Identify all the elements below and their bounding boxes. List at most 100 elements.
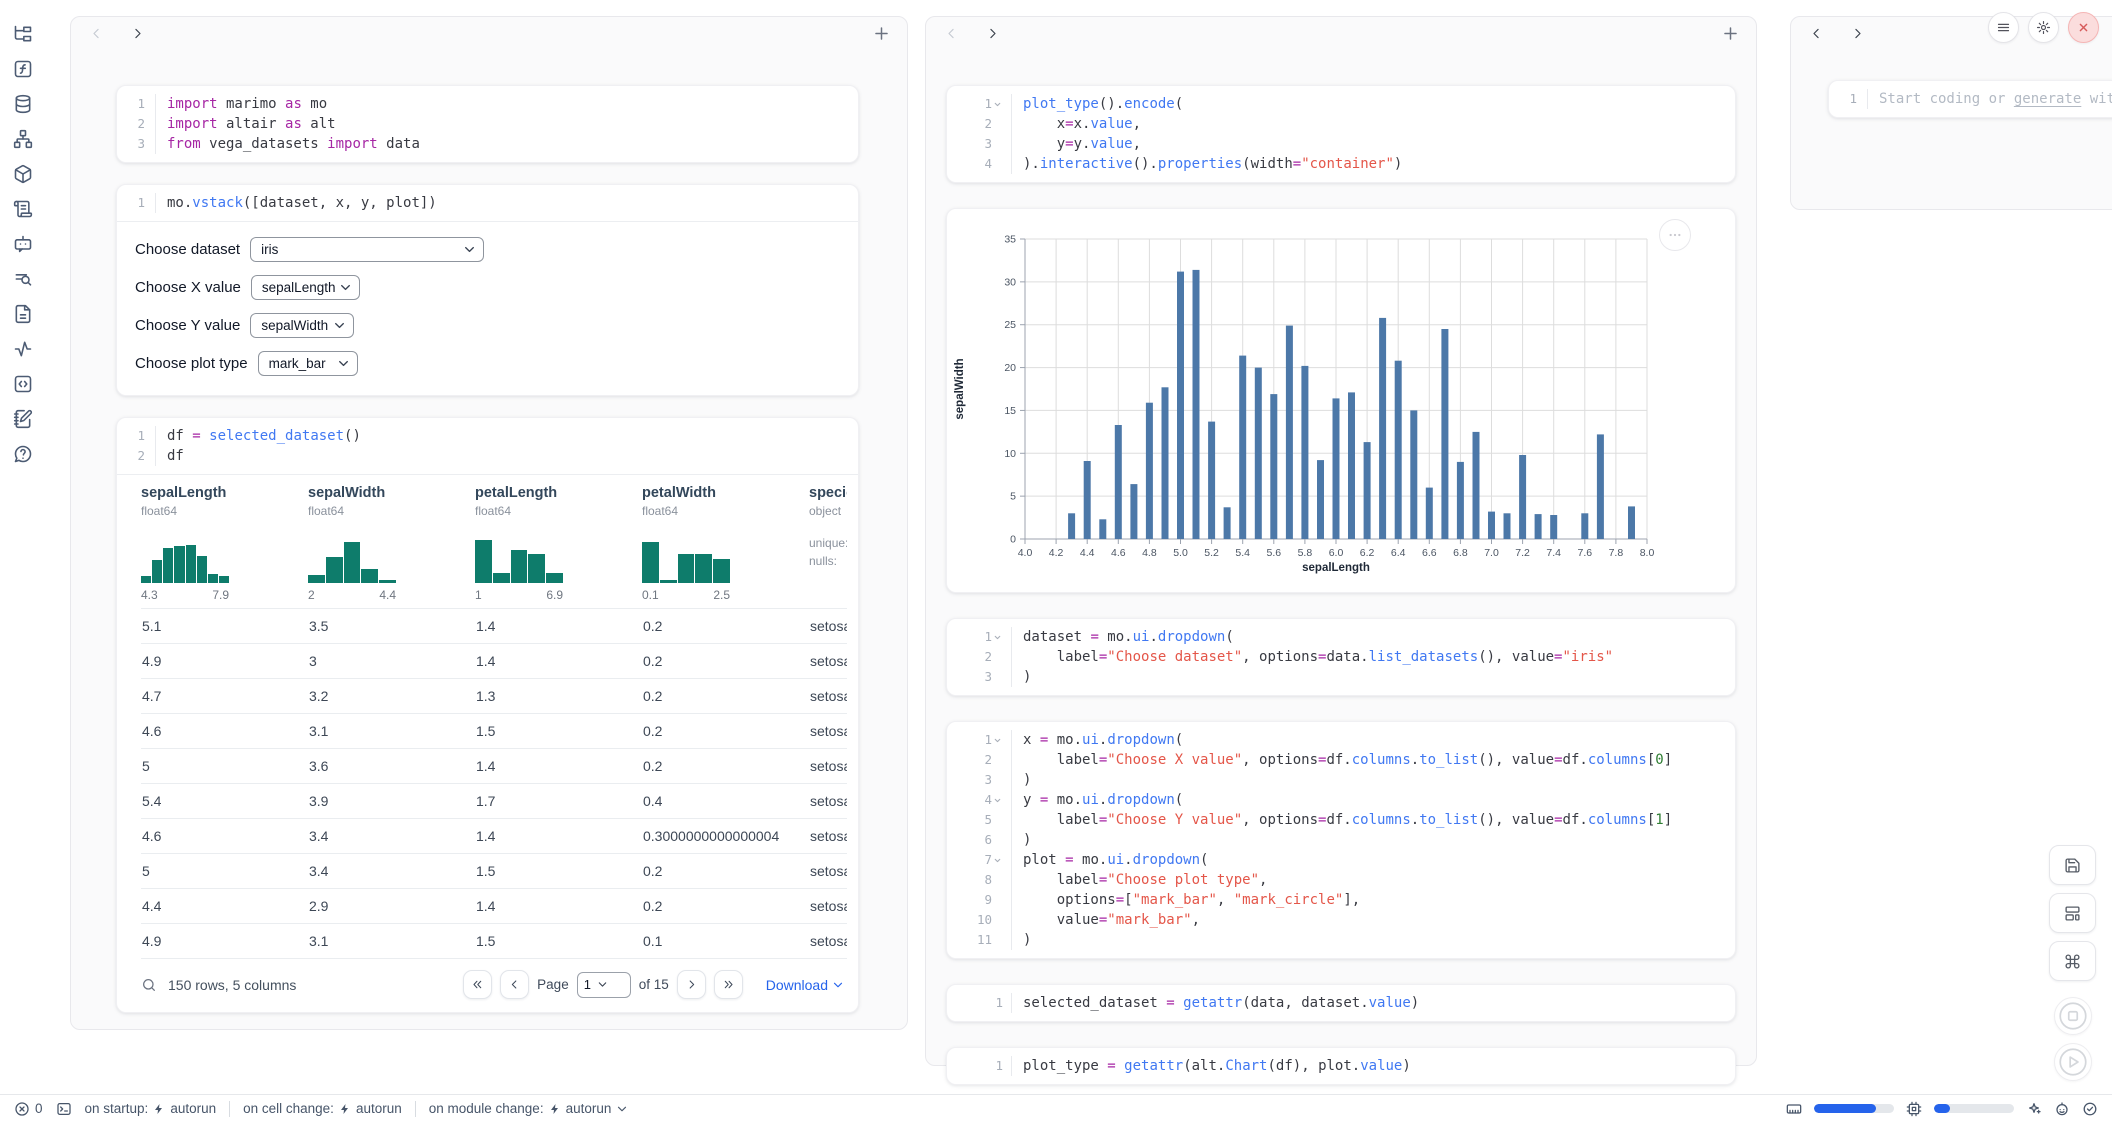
- table-row[interactable]: 4.42.91.40.2setosa: [141, 889, 847, 924]
- menu-button[interactable]: [1988, 12, 2019, 43]
- bot-message-icon[interactable]: [13, 234, 33, 254]
- database-icon[interactable]: [13, 94, 33, 114]
- line-number: 4: [947, 154, 1012, 174]
- save-button[interactable]: [2049, 845, 2096, 885]
- svg-text:5.2: 5.2: [1204, 547, 1219, 559]
- settings-button[interactable]: [2028, 12, 2059, 43]
- help-circle-icon[interactable]: [13, 444, 33, 464]
- errors-indicator[interactable]: 0: [14, 1101, 43, 1117]
- code-square-icon[interactable]: [13, 374, 33, 394]
- table-row[interactable]: 5.43.91.70.4setosa: [141, 784, 847, 819]
- stop-icon: [2056, 999, 2090, 1033]
- table-cell: 5.4: [141, 784, 308, 819]
- divider: [415, 1101, 416, 1117]
- column-header-sepalWidth[interactable]: sepalWidthfloat6424.4: [308, 475, 475, 609]
- fold-chevron-icon[interactable]: [992, 100, 1003, 109]
- table-row[interactable]: 4.93.11.50.1setosa: [141, 924, 847, 959]
- file-text-icon[interactable]: [13, 304, 33, 324]
- column-back-icon[interactable]: [89, 26, 104, 41]
- file-tree-icon[interactable]: [13, 24, 33, 44]
- bar-chart[interactable]: 4.04.24.44.64.85.05.25.45.65.86.06.26.46…: [947, 223, 1737, 583]
- run-button[interactable]: [2054, 1043, 2092, 1081]
- line-number: 3: [947, 134, 1012, 154]
- svg-text:7.8: 7.8: [1609, 547, 1624, 559]
- generate-link[interactable]: generate: [2014, 91, 2081, 107]
- next-page-button[interactable]: [677, 970, 706, 999]
- add-cell-button[interactable]: [1721, 24, 1740, 43]
- column-header-petalLength[interactable]: petalLengthfloat6416.9: [475, 475, 642, 609]
- stop-button[interactable]: [2054, 997, 2092, 1035]
- column-back-icon[interactable]: [944, 26, 959, 41]
- activity-icon[interactable]: [13, 339, 33, 359]
- table-row[interactable]: 53.61.40.2setosa: [141, 749, 847, 784]
- function-square-icon[interactable]: [13, 59, 33, 79]
- code-editor[interactable]: 1selected_dataset = getattr(data, datase…: [947, 985, 1735, 1021]
- column-forward-icon[interactable]: [1850, 26, 1865, 41]
- notebook-actions: [2049, 845, 2096, 1081]
- download-button[interactable]: Download: [766, 977, 844, 993]
- table-row[interactable]: 4.931.40.2setosa: [141, 644, 847, 679]
- code-editor[interactable]: 1plot_type = getattr(alt.Chart(df), plot…: [947, 1048, 1735, 1084]
- command-palette-button[interactable]: [2049, 941, 2096, 981]
- table-row[interactable]: 5.13.51.40.2setosa: [141, 609, 847, 644]
- on-cell-change-setting[interactable]: on cell change: autorun: [243, 1101, 402, 1116]
- layout-button[interactable]: [2049, 893, 2096, 933]
- table-cell: 3.9: [308, 784, 475, 819]
- sparkles-icon[interactable]: [2026, 1101, 2042, 1117]
- choose-plot-type-select[interactable]: mark_bar: [258, 351, 358, 376]
- network-icon[interactable]: [13, 129, 33, 149]
- column-forward-icon[interactable]: [130, 26, 145, 41]
- bot-icon[interactable]: [2054, 1101, 2070, 1117]
- code-editor[interactable]: 1plot_type().encode(2 x=x.value,3 y=y.va…: [947, 86, 1735, 182]
- fold-chevron-icon[interactable]: [992, 796, 1003, 805]
- code-placeholder-input[interactable]: Start coding or generate with: [1868, 89, 2112, 109]
- table-row[interactable]: 4.63.41.40.3000000000000004setosa: [141, 819, 847, 854]
- first-page-button[interactable]: [463, 970, 492, 999]
- table-row[interactable]: 4.73.21.30.2setosa: [141, 679, 847, 714]
- code-editor[interactable]: 1import marimo as mo2import altair as al…: [117, 86, 858, 162]
- on-module-change-setting[interactable]: on module change: autorun: [429, 1101, 629, 1116]
- table-cell: 5.1: [141, 609, 308, 644]
- last-page-button[interactable]: [714, 970, 743, 999]
- notebook-pen-icon[interactable]: [13, 409, 33, 429]
- column-header-species[interactable]: speciesobjectunique:nulls:: [809, 475, 847, 609]
- fold-chevron-icon[interactable]: [992, 633, 1003, 642]
- close-button[interactable]: [2068, 12, 2099, 43]
- column-back-icon[interactable]: [1809, 26, 1824, 41]
- chart-menu-button[interactable]: [1659, 219, 1691, 251]
- list-search-icon[interactable]: [13, 269, 33, 289]
- on-startup-setting[interactable]: on startup: autorun: [85, 1101, 217, 1116]
- table-row[interactable]: 4.63.11.50.2setosa: [141, 714, 847, 749]
- fold-chevron-icon[interactable]: [992, 856, 1003, 865]
- prev-page-button[interactable]: [500, 970, 529, 999]
- table-cell: 1.4: [475, 644, 642, 679]
- add-cell-button[interactable]: [872, 24, 891, 43]
- check-circle-icon[interactable]: [2082, 1101, 2098, 1117]
- line-number: 5: [947, 810, 1012, 830]
- code-editor[interactable]: 1dataset = mo.ui.dropdown(2 label="Choos…: [947, 619, 1735, 695]
- code-cell-dataset-dropdown: 1dataset = mo.ui.dropdown(2 label="Choos…: [946, 618, 1736, 696]
- close-icon: [2076, 20, 2091, 35]
- search-icon[interactable]: [141, 977, 157, 993]
- page-select[interactable]: 1: [577, 972, 631, 998]
- terminal-icon[interactable]: [56, 1101, 72, 1117]
- vstack-output: Choose datasetirisChoose X valuesepalLen…: [117, 222, 858, 395]
- column-forward-icon[interactable]: [985, 26, 1000, 41]
- package-box-icon[interactable]: [13, 164, 33, 184]
- fold-chevron-icon[interactable]: [992, 736, 1003, 745]
- code-editor[interactable]: 1x = mo.ui.dropdown(2 label="Choose X va…: [947, 722, 1735, 958]
- right-column-panel: 1 Start coding or generate with: [1790, 16, 2112, 210]
- line-number: 1: [947, 627, 1012, 647]
- code-editor[interactable]: 1mo.vstack([dataset, x, y, plot]): [117, 185, 858, 221]
- scroll-text-icon[interactable]: [13, 199, 33, 219]
- choose-x-value-select[interactable]: sepalLength: [251, 275, 360, 300]
- line-number: 1: [1829, 89, 1868, 109]
- column-header-sepalLength[interactable]: sepalLengthfloat644.37.9: [141, 475, 308, 609]
- line-number: 1: [947, 993, 1012, 1013]
- choose-dataset-select[interactable]: iris: [250, 237, 484, 262]
- code-editor[interactable]: 1df = selected_dataset()2df: [117, 418, 858, 474]
- choose-y-value-select[interactable]: sepalWidth: [250, 313, 354, 338]
- column-header-petalWidth[interactable]: petalWidthfloat640.12.5: [642, 475, 809, 609]
- svg-text:7.6: 7.6: [1577, 547, 1592, 559]
- table-row[interactable]: 53.41.50.2setosa: [141, 854, 847, 889]
